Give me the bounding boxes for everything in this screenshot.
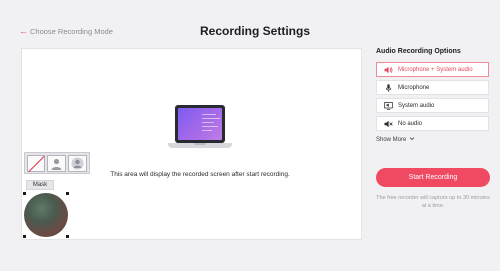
top-bar: ← Choose Recording Mode Recording Settin… — [0, 0, 500, 48]
audio-option-label: No audio — [398, 120, 423, 127]
audio-options-panel: Audio Recording Options Microphone + Sys… — [376, 48, 491, 143]
speaker-icon — [384, 66, 393, 74]
audio-option-mic-system[interactable]: Microphone + System audio — [376, 62, 489, 77]
person-silhouette-icon[interactable] — [47, 155, 66, 172]
page-title: Recording Settings — [199, 24, 310, 38]
audio-options-title: Audio Recording Options — [376, 48, 461, 55]
resize-handle[interactable] — [23, 235, 26, 238]
audio-option-system[interactable]: System audio — [376, 98, 489, 113]
chevron-down-icon — [409, 136, 415, 143]
show-more-toggle[interactable]: Show More — [376, 136, 491, 143]
resize-handle[interactable] — [66, 235, 69, 238]
free-limit-note: The free recorder will capture up to 30 … — [376, 195, 490, 209]
mute-icon — [384, 120, 393, 128]
audio-option-microphone[interactable]: Microphone — [376, 80, 489, 95]
start-recording-button[interactable]: Start Recording — [376, 168, 490, 187]
laptop-illustration — [168, 105, 232, 151]
webcam-preview — [24, 193, 68, 237]
resize-handle[interactable] — [66, 192, 69, 195]
audio-option-label: System audio — [398, 102, 435, 109]
mask-selector — [24, 152, 90, 174]
audio-option-label: Microphone + System audio — [398, 66, 473, 73]
avatar-icon[interactable] — [68, 155, 87, 172]
audio-option-none[interactable]: No audio — [376, 116, 489, 131]
audio-option-label: Microphone — [398, 84, 430, 91]
mask-label: Mask — [26, 180, 54, 190]
preview-area: This area will display the recorded scre… — [21, 48, 362, 240]
webcam-overlay[interactable] — [23, 192, 69, 238]
monitor-speaker-icon — [384, 101, 393, 110]
resize-handle[interactable] — [23, 192, 26, 195]
no-mask-icon[interactable] — [27, 155, 45, 172]
preview-message: This area will display the recorded scre… — [110, 171, 290, 178]
microphone-icon — [384, 83, 393, 92]
show-more-label: Show More — [376, 136, 407, 143]
